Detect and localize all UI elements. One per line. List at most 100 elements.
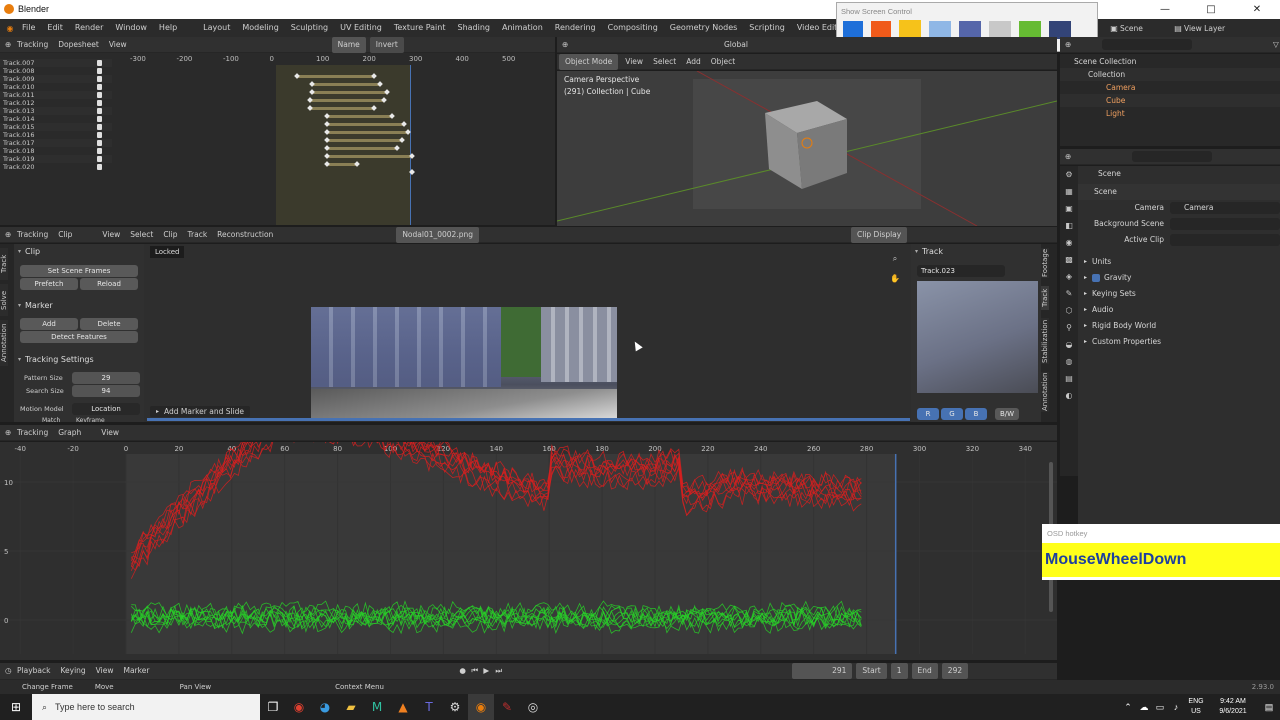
blender-taskbar-icon[interactable]: ◉ bbox=[468, 694, 494, 720]
workspace-tab-uv-editing[interactable]: UV Editing bbox=[334, 19, 388, 37]
editor-type-icon[interactable]: ⊕ bbox=[0, 227, 12, 243]
clip-type[interactable]: Clip bbox=[53, 227, 77, 243]
tab-stabilization[interactable]: Stabilization bbox=[1041, 318, 1049, 364]
tab-track[interactable]: Track bbox=[0, 248, 8, 280]
file-explorer-icon[interactable]: ▰ bbox=[338, 694, 364, 720]
keyframe-bar[interactable] bbox=[312, 91, 387, 94]
invert-button[interactable]: Invert bbox=[369, 36, 404, 53]
keyframe-diamond[interactable] bbox=[409, 169, 415, 175]
workspace-tab-texture-paint[interactable]: Texture Paint bbox=[388, 19, 452, 37]
clip-clip-menu[interactable]: Clip bbox=[158, 227, 182, 243]
outliner-item-light[interactable]: Light bbox=[1060, 107, 1280, 120]
playback-menu[interactable]: Playback bbox=[12, 663, 55, 679]
cloud-icon[interactable]: ☁ bbox=[1136, 694, 1152, 720]
properties-panel-custom-properties[interactable]: ▸ Custom Properties bbox=[1078, 334, 1280, 350]
graph-area[interactable]: -40 -20 0 20 40 60 80 100 120 140 160 180 200 220 240 2… bbox=[0, 442, 1057, 660]
properties-tab-icon[interactable]: ▤ bbox=[1060, 370, 1078, 387]
task-view-icon[interactable]: ❐ bbox=[260, 694, 286, 720]
menu-render[interactable]: Render bbox=[69, 19, 109, 37]
maya-icon[interactable]: M bbox=[364, 694, 390, 720]
camera-field[interactable]: Camera bbox=[1170, 202, 1280, 214]
properties-tab-icon[interactable]: ▣ bbox=[1060, 200, 1078, 217]
keyframe-bar[interactable] bbox=[327, 155, 412, 158]
keyframe-bar[interactable] bbox=[327, 147, 397, 150]
workspace-tab-sculpting[interactable]: Sculpting bbox=[285, 19, 334, 37]
properties-tab-icon[interactable]: ◧ bbox=[1060, 217, 1078, 234]
track-list-item[interactable]: Track.010 bbox=[0, 83, 112, 91]
lock-icon[interactable] bbox=[97, 124, 102, 130]
outliner-search-input[interactable] bbox=[1102, 39, 1192, 50]
minimize-button[interactable]: — bbox=[1142, 0, 1188, 19]
keyframe-bar[interactable] bbox=[310, 99, 384, 102]
properties-tab-icon[interactable]: ⚲ bbox=[1060, 319, 1078, 336]
properties-tab-icon[interactable]: ▩ bbox=[1060, 251, 1078, 268]
track-list-item[interactable]: Track.011 bbox=[0, 91, 112, 99]
lock-icon[interactable] bbox=[97, 140, 102, 146]
properties-tab-icon[interactable]: ◒ bbox=[1060, 336, 1078, 353]
editor-type-icon[interactable]: ⊕ bbox=[0, 37, 12, 53]
properties-tab-icon[interactable]: ◉ bbox=[1060, 234, 1078, 251]
active-clip-field[interactable] bbox=[1170, 234, 1280, 246]
timeline-view-menu[interactable]: View bbox=[91, 663, 119, 679]
viewport-select-menu[interactable]: Select bbox=[648, 54, 681, 70]
menu-file[interactable]: File bbox=[16, 19, 41, 37]
track-list-item[interactable]: Track.008 bbox=[0, 67, 112, 75]
footage-frame[interactable] bbox=[311, 307, 617, 418]
current-frame-field[interactable]: 291 bbox=[792, 663, 853, 679]
outliner-scene-collection[interactable]: Scene Collection bbox=[1060, 55, 1280, 68]
dopesheet-mode[interactable]: Tracking bbox=[12, 37, 53, 53]
keyframe-bar[interactable] bbox=[327, 163, 357, 166]
jump-start-icon[interactable]: ⏮ bbox=[466, 663, 478, 679]
tab-solve[interactable]: Solve bbox=[0, 284, 8, 316]
workspace-tab-layout[interactable]: Layout bbox=[197, 19, 236, 37]
language-indicator[interactable]: ENG US bbox=[1184, 697, 1208, 717]
graph-view-menu[interactable]: View bbox=[96, 425, 124, 441]
lock-icon[interactable] bbox=[97, 132, 102, 138]
channel-b-toggle[interactable]: B bbox=[965, 408, 987, 420]
marker-panel-header[interactable]: ▾ Marker bbox=[18, 298, 53, 312]
clip-panel-header[interactable]: ▾ Clip bbox=[14, 244, 144, 258]
properties-panel-gravity[interactable]: ▸ Gravity bbox=[1078, 270, 1280, 286]
prefetch-button[interactable]: Prefetch bbox=[20, 278, 78, 290]
outliner-item-cube[interactable]: Cube bbox=[1060, 94, 1280, 107]
tray-chevron-icon[interactable]: ⌃ bbox=[1120, 694, 1136, 720]
clip-select-menu[interactable]: Select bbox=[125, 227, 158, 243]
keyframe-bar[interactable] bbox=[312, 83, 380, 86]
settings-icon[interactable]: ⚙ bbox=[442, 694, 468, 720]
clip-track-menu[interactable]: Track bbox=[183, 227, 213, 243]
track-list-item[interactable]: Track.019 bbox=[0, 155, 112, 163]
lock-icon[interactable] bbox=[97, 84, 102, 90]
windows-start-icon[interactable]: ⊞ bbox=[0, 694, 32, 720]
notification-icon[interactable]: ▤ bbox=[1258, 694, 1280, 720]
clock[interactable]: 9:42 AM 9/6/2021 bbox=[1208, 697, 1258, 717]
lock-icon[interactable] bbox=[97, 92, 102, 98]
properties-panel-audio[interactable]: ▸ Audio bbox=[1078, 302, 1280, 318]
clip-reconstruction-menu[interactable]: Reconstruction bbox=[212, 227, 278, 243]
properties-tab-icon[interactable]: ⚙ bbox=[1060, 166, 1078, 183]
track-list-item[interactable]: Track.012 bbox=[0, 99, 112, 107]
set-scene-frames-button[interactable]: Set Scene Frames bbox=[20, 265, 138, 277]
properties-panel-keying-sets[interactable]: ▸ Keying Sets bbox=[1078, 286, 1280, 302]
workspace-tab-modeling[interactable]: Modeling bbox=[236, 19, 284, 37]
tracking-settings-header[interactable]: ▾ Tracking Settings bbox=[18, 352, 94, 366]
keying-menu[interactable]: Keying bbox=[55, 663, 90, 679]
taskbar-search[interactable]: ⌕ Type here to search bbox=[32, 694, 260, 720]
orientation-select[interactable]: Global bbox=[719, 37, 753, 53]
menu-window[interactable]: Window bbox=[109, 19, 153, 37]
chrome-icon[interactable]: ◉ bbox=[286, 694, 312, 720]
track-list-item[interactable]: Track.014 bbox=[0, 115, 112, 123]
timeline-marker-menu[interactable]: Marker bbox=[118, 663, 154, 679]
clip-timeline-strip[interactable] bbox=[147, 418, 910, 421]
clip-display-menu[interactable]: Clip Display bbox=[851, 226, 908, 243]
clip-mode[interactable]: Tracking bbox=[12, 227, 53, 243]
end-frame-field[interactable]: 292 bbox=[941, 663, 969, 679]
lock-icon[interactable] bbox=[97, 100, 102, 106]
lock-icon[interactable] bbox=[97, 68, 102, 74]
workspace-tab-compositing[interactable]: Compositing bbox=[602, 19, 664, 37]
tab-track-active[interactable]: Track bbox=[1041, 286, 1049, 310]
keyframe-bar[interactable] bbox=[327, 139, 402, 142]
properties-tab-icon[interactable]: ◐ bbox=[1060, 387, 1078, 404]
viewport-object-menu[interactable]: Object bbox=[706, 54, 740, 70]
keyframe-bar[interactable] bbox=[327, 123, 404, 126]
editor-type-icon[interactable]: ⊕ bbox=[1060, 37, 1072, 53]
